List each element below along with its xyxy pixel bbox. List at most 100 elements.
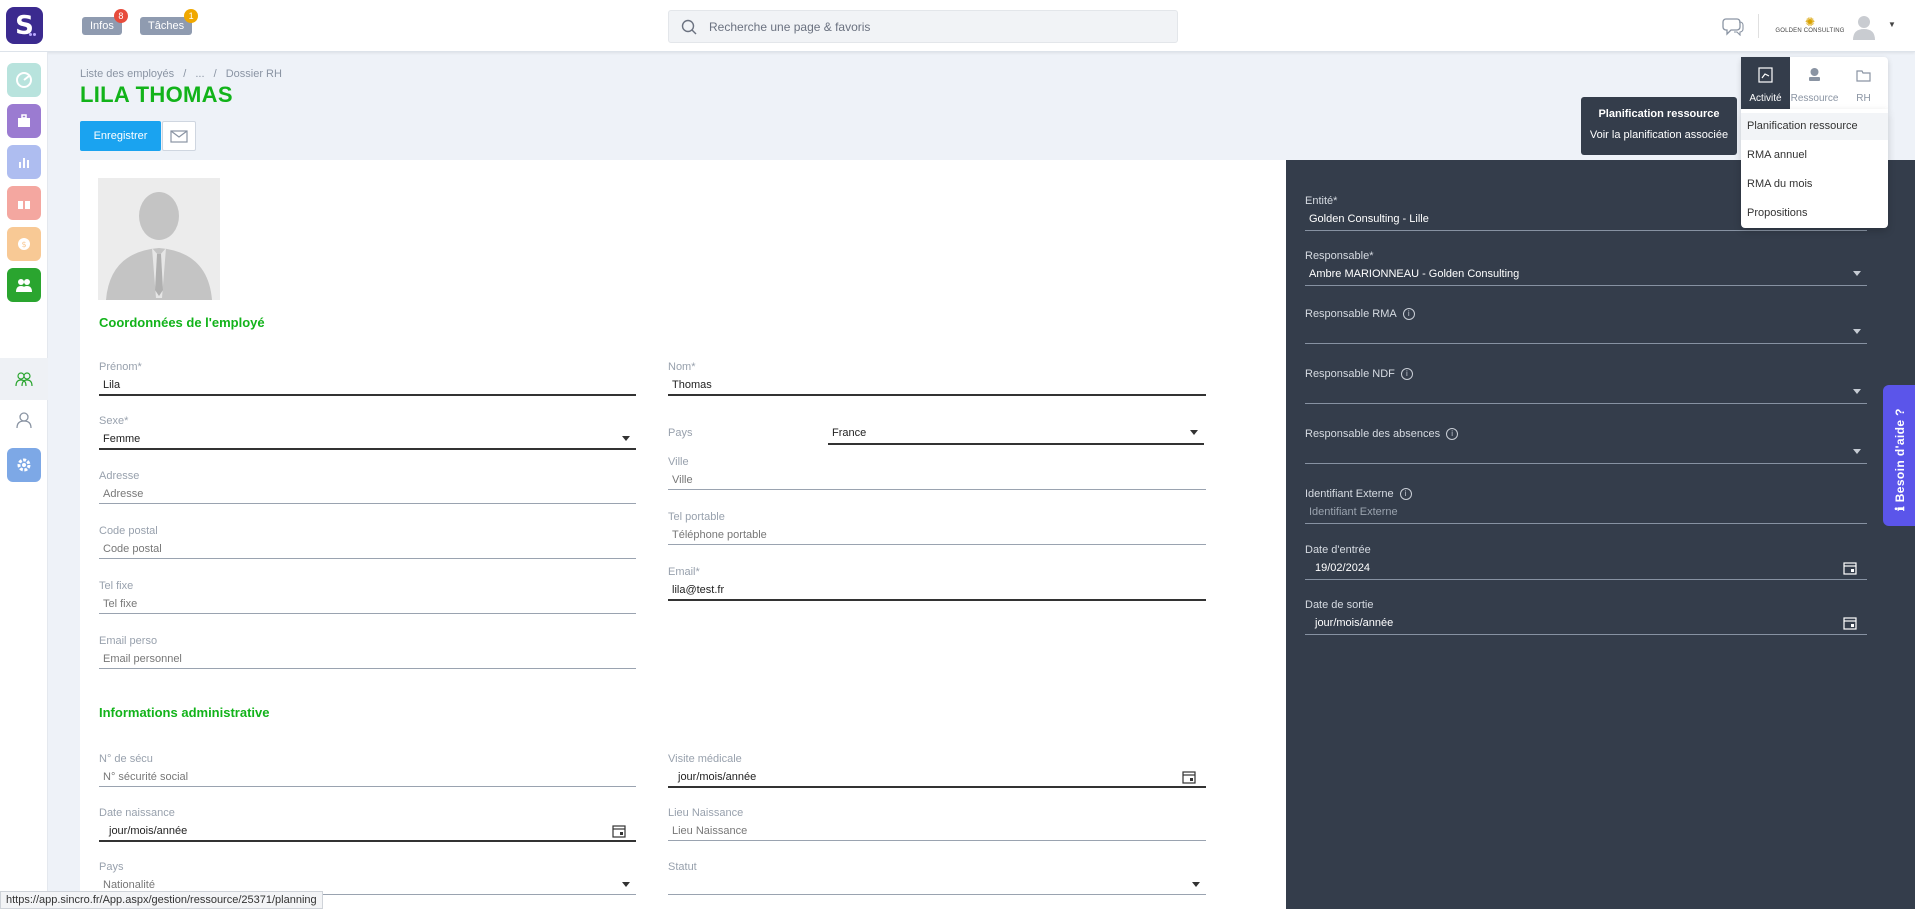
help-label: ℹ Besoin d'aide ? bbox=[1893, 408, 1907, 511]
date-sortie-label: Date de sortie bbox=[1305, 599, 1374, 611]
visite-medicale-field[interactable]: Visite médicale jour/mois/année bbox=[668, 753, 1206, 791]
action-rh-label: RH bbox=[1856, 93, 1871, 104]
tel-portable-label: Tel portable bbox=[668, 511, 725, 523]
status-bar-url: https://app.sincro.fr/App.aspx/gestion/r… bbox=[0, 891, 323, 909]
field-underline bbox=[668, 786, 1206, 788]
field-underline bbox=[1305, 463, 1867, 464]
sexe-select[interactable]: Sexe* Femme bbox=[99, 415, 636, 453]
action-activite-label: Activité bbox=[1749, 93, 1782, 104]
chevron-down-icon bbox=[1853, 271, 1861, 276]
responsable-ndf-select[interactable]: Responsable NDF i bbox=[1305, 368, 1867, 408]
sidebar-item-reports[interactable] bbox=[7, 145, 41, 179]
chevron-down-icon bbox=[1192, 882, 1200, 887]
date-naissance-field[interactable]: Date naissance jour/mois/année bbox=[99, 807, 636, 845]
sidebar-item-employees[interactable] bbox=[7, 362, 41, 396]
user-avatar-icon[interactable] bbox=[1852, 14, 1876, 40]
sidebar-item-hr[interactable] bbox=[7, 268, 41, 302]
section-coordonnees-title: Coordonnées de l'employé bbox=[99, 315, 265, 330]
field-underline bbox=[668, 599, 1206, 601]
field-underline bbox=[828, 443, 1204, 445]
lieu-naissance-label: Lieu Naissance bbox=[668, 807, 744, 819]
tel-fixe-field[interactable]: Tel fixe Tel fixe bbox=[99, 580, 636, 618]
calendar-icon[interactable] bbox=[1843, 616, 1857, 630]
info-icon[interactable]: i bbox=[1446, 428, 1459, 440]
menu-item-rma-annuel[interactable]: RMA annuel bbox=[1741, 142, 1888, 169]
code-postal-label: Code postal bbox=[99, 525, 158, 537]
secu-field[interactable]: N° de sécu N° sécurité social bbox=[99, 753, 636, 791]
sexe-value: Femme bbox=[103, 433, 141, 445]
user-stamp-icon bbox=[1809, 68, 1820, 81]
responsable-absences-select[interactable]: Responsable des absences i bbox=[1305, 428, 1867, 468]
calendar-icon[interactable] bbox=[1843, 561, 1857, 575]
adresse-placeholder: Adresse bbox=[103, 488, 144, 500]
menu-item-planification[interactable]: Planification ressource bbox=[1741, 113, 1888, 140]
activite-dropdown-menu: Planification ressource RMA annuel RMA d… bbox=[1741, 109, 1888, 228]
sidebar-item-profile[interactable] bbox=[7, 403, 41, 437]
user-icon bbox=[16, 412, 32, 429]
chevron-down-icon[interactable]: ▼ bbox=[1888, 20, 1896, 29]
breadcrumb-employees-link[interactable]: Liste des employés bbox=[80, 68, 174, 80]
search-bar[interactable]: Recherche une page & favoris bbox=[668, 10, 1178, 43]
identifiant-externe-field[interactable]: Identifiant Externe i Identifiant Externe bbox=[1305, 488, 1867, 528]
statut-select[interactable]: Statut bbox=[668, 861, 1206, 899]
sidebar-item-projects[interactable] bbox=[7, 104, 41, 138]
nom-label: Nom* bbox=[668, 361, 696, 373]
date-entree-field[interactable]: Date d'entrée 19/02/2024 bbox=[1305, 544, 1867, 584]
employee-form: Coordonnées de l'employé Prénom* Lila Se… bbox=[80, 160, 1286, 909]
field-underline bbox=[1305, 634, 1867, 635]
infos-button[interactable]: Infos 8 bbox=[82, 9, 128, 35]
svg-text:$: $ bbox=[21, 240, 26, 249]
lieu-naissance-field[interactable]: Lieu Naissance Lieu Naissance bbox=[668, 807, 1206, 845]
email-field[interactable]: Email* lila@test.fr bbox=[668, 566, 1206, 604]
chevron-down-icon bbox=[1190, 430, 1198, 435]
action-ressource[interactable]: Ressource bbox=[1790, 57, 1839, 109]
nationalite-label: Pays bbox=[99, 861, 124, 873]
responsable-rma-select[interactable]: Responsable RMA i bbox=[1305, 308, 1867, 348]
email-perso-placeholder: Email personnel bbox=[103, 653, 182, 665]
save-button[interactable]: Enregistrer bbox=[80, 121, 161, 151]
field-underline bbox=[1305, 285, 1867, 286]
email-perso-field[interactable]: Email perso Email personnel bbox=[99, 635, 636, 673]
chevron-down-icon bbox=[622, 882, 630, 887]
field-underline bbox=[1305, 579, 1867, 580]
employee-photo[interactable] bbox=[98, 178, 220, 300]
calendar-icon[interactable] bbox=[612, 824, 626, 838]
adresse-field[interactable]: Adresse Adresse bbox=[99, 470, 636, 508]
menu-item-rma-mois[interactable]: RMA du mois bbox=[1741, 171, 1888, 198]
field-underline bbox=[668, 544, 1206, 545]
sidebar-item-finance[interactable]: $ bbox=[7, 227, 41, 261]
taches-button[interactable]: Tâches 1 bbox=[140, 9, 199, 35]
breadcrumb-ellipsis[interactable]: ... bbox=[195, 68, 204, 80]
email-perso-label: Email perso bbox=[99, 635, 158, 647]
chat-icon[interactable] bbox=[1722, 16, 1744, 36]
section-administrative-title: Informations administrative bbox=[99, 705, 270, 720]
responsable-select[interactable]: Responsable* Ambre MARIONNEAU - Golden C… bbox=[1305, 250, 1867, 290]
identifiant-externe-text: Identifiant Externe bbox=[1305, 488, 1394, 500]
sidebar-item-dashboard[interactable] bbox=[7, 63, 41, 97]
prenom-field[interactable]: Prénom* Lila bbox=[99, 361, 636, 399]
breadcrumb-separator: / bbox=[183, 68, 187, 80]
app-logo[interactable]: S bbox=[6, 7, 43, 66]
menu-item-propositions[interactable]: Propositions bbox=[1741, 200, 1888, 227]
code-postal-field[interactable]: Code postal Code postal bbox=[99, 525, 636, 563]
pays-select[interactable]: Pays France bbox=[668, 421, 1206, 445]
field-underline bbox=[99, 448, 636, 450]
ville-field[interactable]: Ville Ville bbox=[668, 456, 1206, 494]
sidebar-item-sales[interactable] bbox=[7, 186, 41, 220]
folder-icon bbox=[1856, 70, 1871, 82]
tel-portable-field[interactable]: Tel portable Téléphone portable bbox=[668, 511, 1206, 549]
nom-field[interactable]: Nom* Thomas bbox=[668, 361, 1206, 399]
responsable-ndf-label: Responsable NDF i bbox=[1305, 368, 1413, 380]
info-icon[interactable]: i bbox=[1399, 488, 1412, 500]
sidebar-item-settings[interactable] bbox=[7, 448, 41, 482]
email-button[interactable] bbox=[162, 121, 196, 151]
date-sortie-field[interactable]: Date de sortie jour/mois/année bbox=[1305, 599, 1867, 639]
tel-portable-placeholder: Téléphone portable bbox=[672, 529, 767, 541]
info-icon[interactable]: i bbox=[1402, 308, 1415, 320]
help-tab[interactable]: ℹ Besoin d'aide ? bbox=[1883, 385, 1915, 526]
info-icon[interactable]: i bbox=[1400, 368, 1413, 380]
action-rh[interactable]: RH bbox=[1839, 57, 1888, 109]
action-activite[interactable]: Activité bbox=[1741, 57, 1790, 109]
calendar-icon[interactable] bbox=[1182, 770, 1196, 784]
chevron-down-icon bbox=[1853, 449, 1861, 454]
